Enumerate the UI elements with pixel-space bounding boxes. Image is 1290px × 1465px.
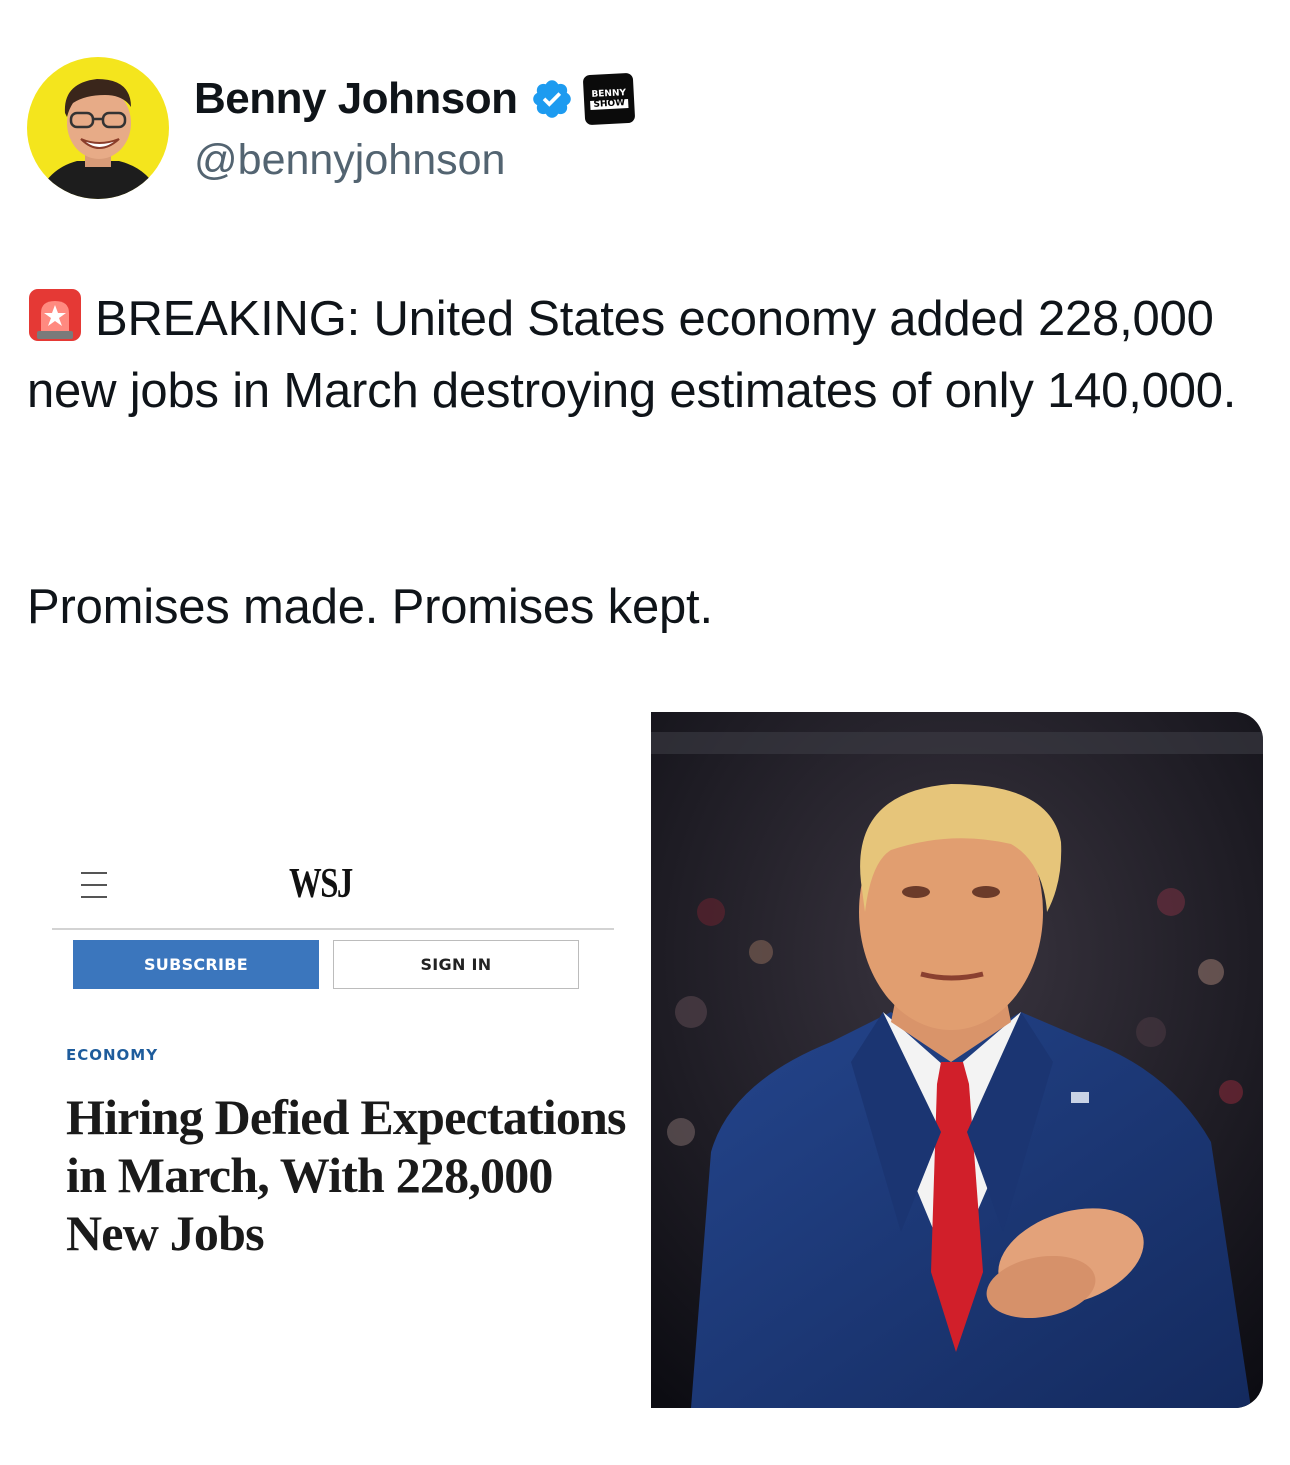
- wsj-headline: Hiring Defied Expectations in March, Wit…: [66, 1089, 627, 1261]
- media-image-photo[interactable]: [651, 712, 1263, 1408]
- hamburger-menu-icon: [81, 872, 107, 900]
- police-light-emoji-icon: [27, 287, 83, 343]
- affiliate-badge-icon[interactable]: BENNY SHOW: [582, 72, 635, 126]
- author-avatar[interactable]: [27, 57, 169, 199]
- author-handle[interactable]: @bennyjohnson: [194, 136, 505, 185]
- avatar-image: [27, 57, 169, 199]
- wsj-section-label: ECONOMY: [66, 1046, 159, 1064]
- tweet-body-text: BREAKING: United States economy added 22…: [27, 292, 1237, 418]
- tweet-text: BREAKING: United States economy added 22…: [27, 283, 1267, 427]
- wsj-signin-button: SIGN IN: [333, 940, 579, 989]
- tweet-body-text-2: Promises made. Promises kept.: [27, 580, 713, 634]
- rally-photo: [651, 712, 1263, 1408]
- affiliate-badge-line2: SHOW: [589, 98, 628, 110]
- verified-badge-icon[interactable]: [530, 77, 574, 121]
- divider: [52, 928, 614, 930]
- wsj-subscribe-button: SUBSCRIBE: [73, 940, 319, 989]
- wsj-logo: WSJ: [289, 861, 353, 907]
- media-image-wsj-article[interactable]: WSJ SUBSCRIBE SIGN IN ECONOMY Hiring Def…: [27, 712, 647, 1408]
- author-name-row: Benny Johnson BENNY SHOW: [194, 70, 635, 128]
- author-display-name[interactable]: Benny Johnson: [194, 74, 518, 124]
